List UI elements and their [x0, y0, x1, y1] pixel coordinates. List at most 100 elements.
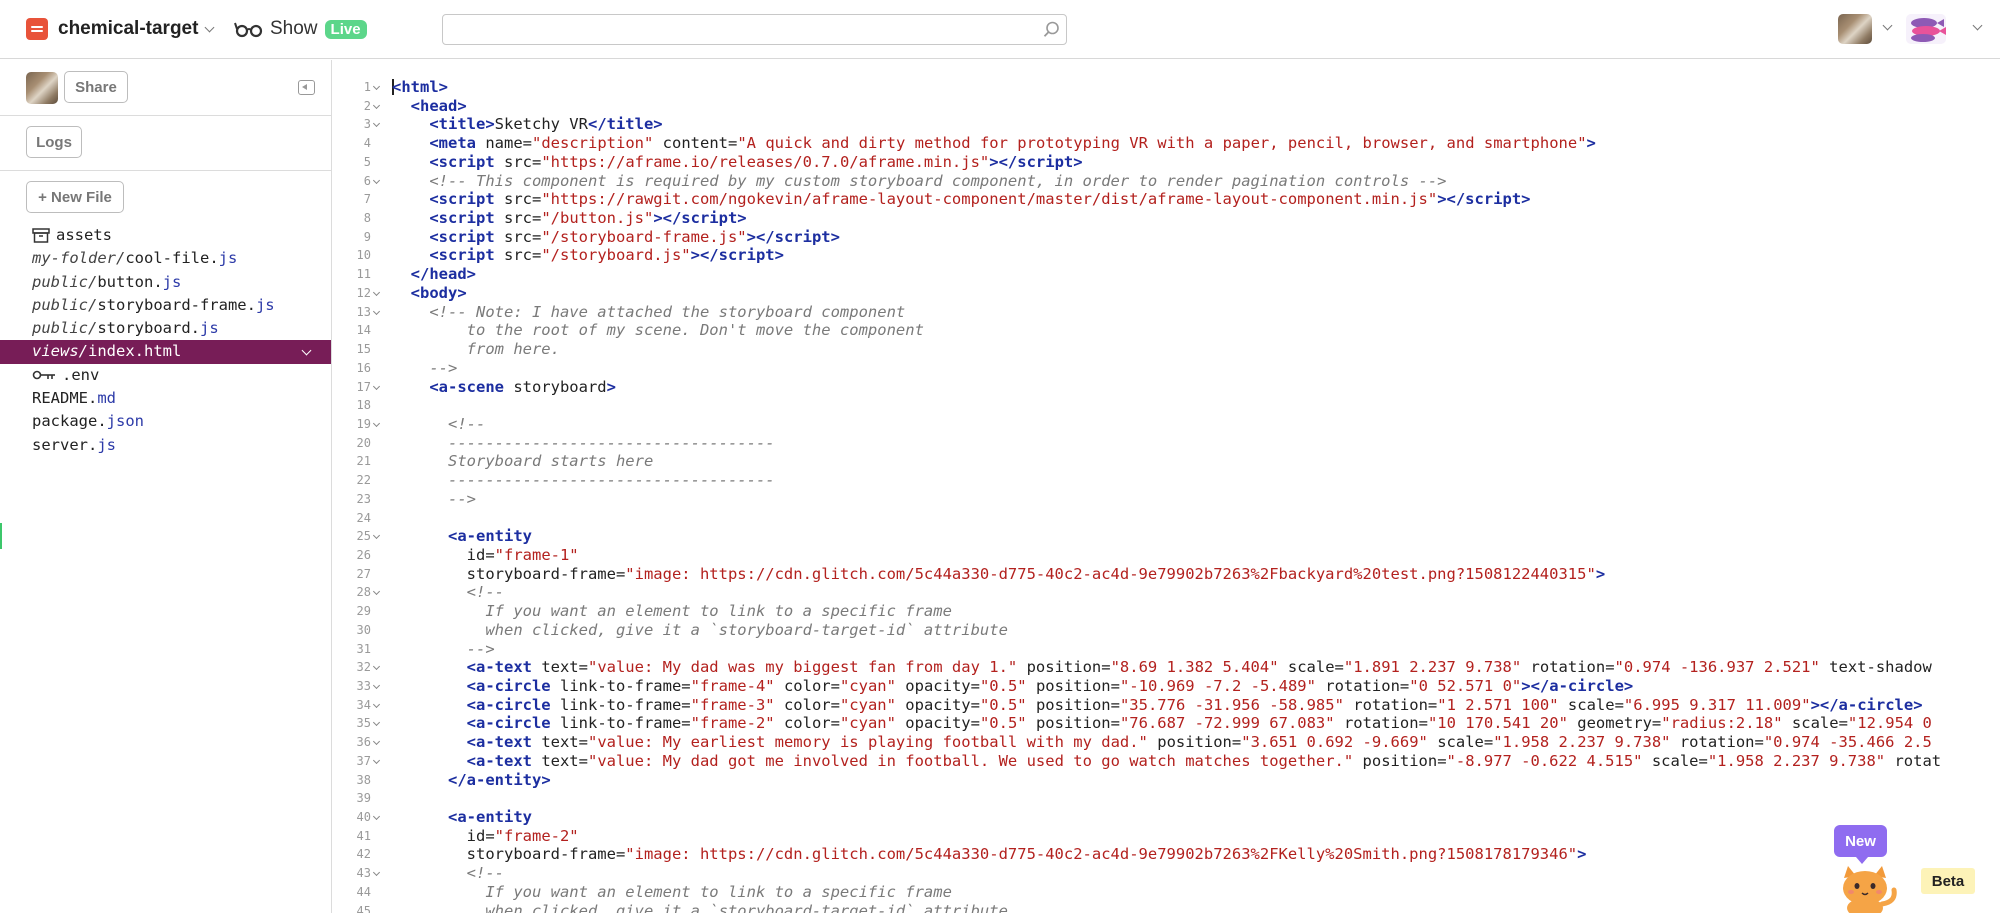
logs-button[interactable]: Logs	[26, 126, 82, 158]
code-line[interactable]: 37 <a-text text="value: My dad got me in…	[333, 752, 2000, 771]
code-line[interactable]: 9 <script src="/storyboard-frame.js"></s…	[333, 228, 2000, 247]
fold-chevron-icon[interactable]	[372, 288, 381, 296]
share-button[interactable]: Share	[64, 71, 128, 103]
fold-chevron-icon[interactable]	[372, 532, 381, 540]
code-line[interactable]: 30 when clicked, give it a `storyboard-t…	[333, 621, 2000, 640]
team-avatar[interactable]	[1906, 14, 1946, 44]
file-name: index.html	[88, 342, 182, 361]
fold-chevron-icon[interactable]	[372, 663, 381, 671]
beta-badge: Beta	[1921, 868, 1975, 894]
code-editor[interactable]: 1 <html> 2 <head> 3 <title>Sketchy VR</titl…	[333, 60, 2000, 913]
code-line[interactable]: 40 <a-entity	[333, 808, 2000, 827]
code-line[interactable]: 23 -->	[333, 490, 2000, 509]
code-line[interactable]: 6 <!-- This component is required by my …	[333, 172, 2000, 191]
code-text: -->	[392, 358, 458, 377]
code-line[interactable]: 16 -->	[333, 359, 2000, 378]
fold-chevron-icon[interactable]	[372, 812, 381, 821]
file-tree-item[interactable]: my-folder/cool-file.js	[0, 247, 331, 270]
line-number: 32	[356, 660, 371, 675]
code-line[interactable]: 22 -----------------------------------	[333, 471, 2000, 490]
file-tree-item[interactable]: server.js	[0, 434, 331, 457]
fold-chevron-icon[interactable]	[372, 120, 381, 128]
show-button[interactable]: Show Live	[234, 17, 367, 41]
file-tree-item[interactable]: public/storyboard-frame.js	[0, 294, 331, 317]
code-line[interactable]: 36 <a-text text="value: My earliest memo…	[333, 733, 2000, 752]
line-number: 37	[356, 753, 371, 768]
code-line[interactable]: 20 -----------------------------------	[333, 434, 2000, 453]
code-line[interactable]: 7 <script src="https://rawgit.com/ngokev…	[333, 190, 2000, 209]
fold-chevron-icon[interactable]	[372, 756, 381, 764]
code-line[interactable]: 33 <a-circle link-to-frame="frame-4" col…	[333, 677, 2000, 696]
file-tree-item[interactable]: public/button.js	[0, 271, 331, 294]
code-line[interactable]: 27 storyboard-frame="image: https://cdn.…	[333, 565, 2000, 584]
code-line[interactable]: 29 If you want an element to link to a s…	[333, 602, 2000, 621]
fold-chevron-icon[interactable]	[372, 719, 381, 727]
code-line[interactable]: 4 <meta name="description" content="A qu…	[333, 134, 2000, 153]
sidebar-logs-row: Logs	[0, 116, 331, 171]
user-avatar[interactable]	[26, 72, 58, 104]
code-line[interactable]: 25 <a-entity	[333, 527, 2000, 546]
new-file-button[interactable]: + New File	[26, 181, 124, 213]
file-tree-item[interactable]: public/storyboard.js	[0, 317, 331, 340]
code-line[interactable]: 34 <a-circle link-to-frame="frame-3" col…	[333, 696, 2000, 715]
fold-chevron-icon[interactable]	[372, 588, 381, 596]
code-line[interactable]: 10 <script src="/storyboard.js"></script…	[333, 246, 2000, 265]
line-number: 40	[356, 810, 371, 825]
code-line[interactable]: 28 <!--	[333, 583, 2000, 602]
chevron-down-icon[interactable]	[1882, 20, 1893, 31]
code-line[interactable]: 44 If you want an element to link to a s…	[333, 883, 2000, 902]
chevron-down-icon[interactable]	[301, 346, 312, 356]
search-input[interactable]	[442, 14, 1067, 45]
file-tree-item[interactable]: assets	[0, 224, 331, 247]
fold-chevron-icon[interactable]	[372, 382, 381, 390]
fold-chevron-icon[interactable]	[372, 419, 381, 427]
code-line[interactable]: 42 storyboard-frame="image: https://cdn.…	[333, 845, 2000, 864]
code-line[interactable]: 43 <!--	[333, 864, 2000, 883]
file-tree-item[interactable]: package.json	[0, 410, 331, 433]
code-line[interactable]: 26 id="frame-1"	[333, 546, 2000, 565]
cat-mascot-icon[interactable]	[1838, 862, 1900, 913]
file-tree-item[interactable]: .env	[0, 364, 331, 387]
code-line[interactable]: 2 <head>	[333, 97, 2000, 116]
code-line[interactable]: 39	[333, 789, 2000, 808]
file-name: README.	[32, 389, 98, 408]
file-tree-item[interactable]: views/index.html	[0, 340, 331, 364]
project-menu[interactable]: chemical-target	[26, 17, 215, 41]
code-line[interactable]: 21 Storyboard starts here	[333, 452, 2000, 471]
new-feature-bubble[interactable]: New	[1834, 825, 1887, 864]
fold-chevron-icon[interactable]	[372, 700, 381, 708]
code-line[interactable]: 45 when clicked, give it a `storyboard-t…	[333, 902, 2000, 913]
chevron-down-icon[interactable]	[1972, 20, 1983, 31]
fold-chevron-icon[interactable]	[372, 307, 381, 315]
code-line[interactable]: 3 <title>Sketchy VR</title>	[333, 115, 2000, 134]
fold-chevron-icon[interactable]	[372, 681, 381, 690]
code-line[interactable]: 13 <!-- Note: I have attached the storyb…	[333, 303, 2000, 322]
code-line[interactable]: 18	[333, 396, 2000, 415]
code-line[interactable]: 35 <a-circle link-to-frame="frame-2" col…	[333, 714, 2000, 733]
fold-chevron-icon[interactable]	[372, 869, 381, 877]
code-line[interactable]: 1 <html>	[333, 78, 2000, 97]
fold-chevron-icon[interactable]	[372, 738, 381, 746]
code-line[interactable]: 31 -->	[333, 640, 2000, 659]
code-line[interactable]: 12 <body>	[333, 284, 2000, 303]
code-line[interactable]: 19 <!--	[333, 415, 2000, 434]
fold-chevron-icon[interactable]	[372, 101, 381, 109]
code-line[interactable]: 24	[333, 509, 2000, 528]
file-ext: json	[106, 412, 144, 431]
code-line[interactable]: 17 <a-scene storyboard>	[333, 378, 2000, 397]
code-line[interactable]: 32 <a-text text="value: My dad was my bi…	[333, 658, 2000, 677]
user-avatar[interactable]	[1838, 14, 1872, 44]
code-line[interactable]: 14 to the root of my scene. Don't move t…	[333, 321, 2000, 340]
fold-chevron-icon[interactable]	[372, 82, 381, 91]
code-lines[interactable]: 1 <html> 2 <head> 3 <title>Sketchy VR</titl…	[333, 78, 2000, 913]
file-tree-item[interactable]: README.md	[0, 387, 331, 410]
file-name: assets	[56, 226, 112, 244]
code-line[interactable]: 5 <script src="https://aframe.io/release…	[333, 153, 2000, 172]
fold-chevron-icon[interactable]	[372, 176, 381, 184]
code-line[interactable]: 41 id="frame-2"	[333, 827, 2000, 846]
code-line[interactable]: 38 </a-entity>	[333, 771, 2000, 790]
collapse-sidebar-icon[interactable]	[298, 80, 315, 95]
code-line[interactable]: 8 <script src="/button.js"></script>	[333, 209, 2000, 228]
code-line[interactable]: 15 from here.	[333, 340, 2000, 359]
code-line[interactable]: 11 </head>	[333, 265, 2000, 284]
